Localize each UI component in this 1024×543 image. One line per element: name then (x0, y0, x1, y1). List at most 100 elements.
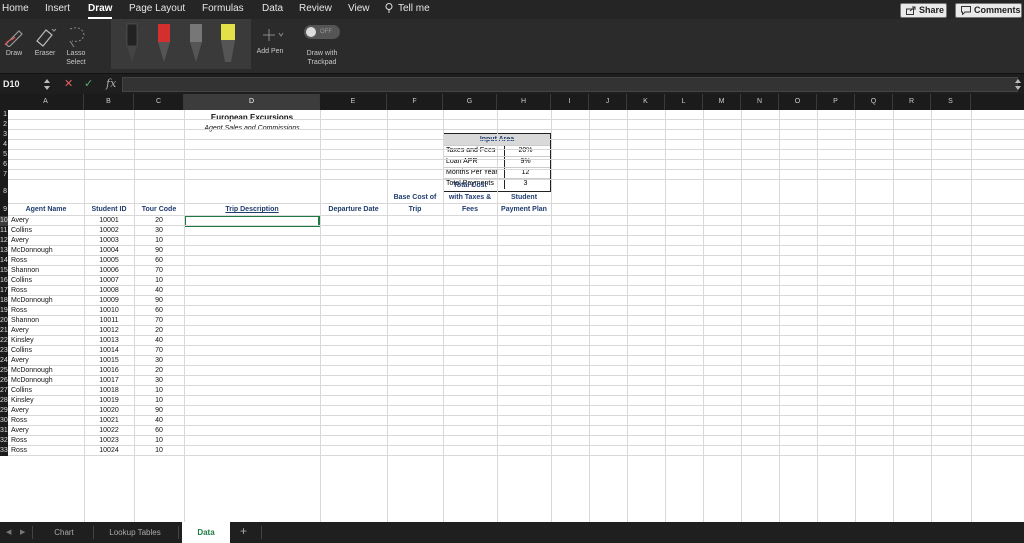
row-header[interactable]: 20 (0, 316, 8, 326)
row-header[interactable]: 4 (0, 140, 8, 150)
grid-row-line (8, 335, 1024, 336)
column-header-n[interactable]: N (741, 94, 779, 110)
column-header-b[interactable]: B (84, 94, 134, 110)
pen-gray[interactable] (187, 22, 205, 64)
row-header[interactable]: 24 (0, 356, 8, 366)
lasso-icon (69, 27, 85, 47)
row-header[interactable]: 17 (0, 286, 8, 296)
row-header[interactable]: 19 (0, 306, 8, 316)
row-header[interactable]: 33 (0, 446, 8, 456)
tab-home[interactable]: Home (2, 3, 29, 14)
header-tour-code: Tour Code (141, 206, 177, 213)
tab-draw[interactable]: Draw (88, 3, 113, 19)
add-pen-button[interactable]: Add Pen (254, 25, 286, 56)
highlighter-yellow[interactable] (219, 22, 237, 64)
tell-me-search[interactable]: Tell me (398, 3, 430, 14)
tab-insert[interactable]: Insert (45, 3, 70, 14)
row-header[interactable]: 14 (0, 256, 8, 266)
row-header[interactable]: 31 (0, 426, 8, 436)
row-header[interactable]: 21 (0, 326, 8, 336)
row-header[interactable]: 2 (0, 120, 8, 130)
grid-row-line (8, 315, 1024, 316)
input-value: 20% (504, 146, 546, 156)
cell-area[interactable]: European Excursions Agent Sales and Comm… (8, 110, 1024, 522)
row-header[interactable]: 30 (0, 416, 8, 426)
function-icon[interactable]: fx (106, 77, 116, 91)
row-header[interactable]: 5 (0, 150, 8, 160)
row-header[interactable]: 9 (0, 204, 8, 216)
column-header-o[interactable]: O (779, 94, 817, 110)
formula-expand-icon[interactable] (1015, 79, 1021, 90)
name-box-stepper-icon[interactable] (44, 79, 50, 90)
row-header[interactable]: 1 (0, 110, 8, 120)
header-total-cost-line-2: with Taxes & (448, 194, 492, 201)
column-header-j[interactable]: J (589, 94, 627, 110)
comments-button[interactable]: Comments (955, 3, 1022, 18)
row-header[interactable]: 18 (0, 296, 8, 306)
column-header-c[interactable]: C (134, 94, 184, 110)
sheet-tab-lookup-tables[interactable]: Lookup Tables (96, 522, 174, 543)
sheet-tab-chart[interactable]: Chart (36, 522, 92, 543)
draw-tool[interactable]: Draw (2, 25, 26, 58)
header-total-cost-line-1: Total Cost (453, 182, 487, 189)
column-header-l[interactable]: L (665, 94, 703, 110)
share-button[interactable]: Share (900, 3, 947, 18)
column-header-m[interactable]: M (703, 94, 741, 110)
header-payment-plan-line-1: Student (510, 194, 538, 201)
row-header[interactable]: 27 (0, 386, 8, 396)
tab-view[interactable]: View (348, 3, 370, 14)
sheet-tab-data[interactable]: Data (182, 522, 230, 543)
row-header[interactable]: 28 (0, 396, 8, 406)
lightbulb-icon[interactable] (385, 3, 393, 13)
row-header[interactable]: 8 (0, 180, 8, 204)
cancel-icon[interactable]: ✕ (64, 77, 73, 91)
column-header-i[interactable]: I (551, 94, 589, 110)
row-header[interactable]: 15 (0, 266, 8, 276)
row-header[interactable]: 32 (0, 436, 8, 446)
row-header[interactable]: 12 (0, 236, 8, 246)
row-header[interactable]: 22 (0, 336, 8, 346)
add-sheet-button[interactable]: + (240, 524, 247, 538)
grid-row-line (8, 235, 1024, 236)
scroll-right-icon[interactable]: ▶ (20, 528, 25, 536)
tab-page-layout[interactable]: Page Layout (129, 3, 185, 14)
tab-formulas[interactable]: Formulas (202, 3, 244, 14)
row-header[interactable]: 3 (0, 130, 8, 140)
lasso-select-tool[interactable]: Lasso Select (62, 25, 90, 67)
column-header-k[interactable]: K (627, 94, 665, 110)
column-header-r[interactable]: R (893, 94, 931, 110)
row-header[interactable]: 10 (0, 216, 8, 226)
column-header-e[interactable]: E (320, 94, 387, 110)
draw-with-trackpad-toggle[interactable]: OFF (304, 25, 340, 39)
tab-review[interactable]: Review (299, 3, 332, 14)
column-header-d[interactable]: D (184, 94, 320, 110)
add-pen-icon (263, 29, 284, 41)
column-header-g[interactable]: G (443, 94, 497, 110)
worksheet-grid: ABCDEFGHIJKLMNOPQRS 1 2 3 4 5 6 7 8 9 10 11 12 13 14 1… (0, 94, 1024, 522)
formula-input[interactable] (122, 77, 1018, 92)
column-header-p[interactable]: P (817, 94, 855, 110)
row-header[interactable]: 25 (0, 366, 8, 376)
confirm-icon[interactable]: ✓ (84, 77, 93, 91)
eraser-tool[interactable]: Eraser (30, 25, 60, 58)
row-header[interactable]: 16 (0, 276, 8, 286)
pen-black[interactable] (123, 22, 141, 64)
row-header[interactable]: 26 (0, 376, 8, 386)
lasso-label-1: Lasso (66, 50, 86, 57)
grid-column-line (627, 110, 628, 522)
column-header-f[interactable]: F (387, 94, 443, 110)
tab-data[interactable]: Data (262, 3, 283, 14)
scroll-left-icon[interactable]: ◀ (6, 528, 11, 536)
row-header[interactable]: 29 (0, 406, 8, 416)
column-header-s[interactable]: S (931, 94, 971, 110)
row-header[interactable]: 6 (0, 160, 8, 170)
row-header[interactable]: 7 (0, 170, 8, 180)
row-header[interactable]: 23 (0, 346, 8, 356)
row-header[interactable]: 11 (0, 226, 8, 236)
column-header-a[interactable]: A (8, 94, 84, 110)
column-header-h[interactable]: H (497, 94, 551, 110)
pen-red[interactable] (155, 22, 173, 64)
grid-row-line (8, 159, 1024, 160)
column-header-q[interactable]: Q (855, 94, 893, 110)
row-header[interactable]: 13 (0, 246, 8, 256)
